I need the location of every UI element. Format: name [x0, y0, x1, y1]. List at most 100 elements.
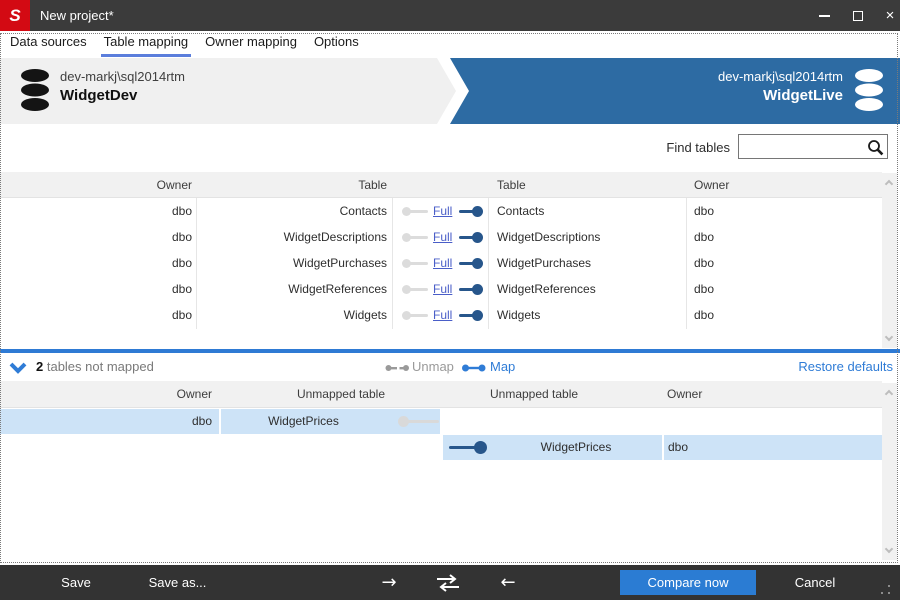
map-toggle[interactable]: [459, 206, 483, 217]
owner-cell: dbo: [171, 230, 192, 244]
column-header-owner-left: Owner: [176, 387, 212, 401]
cell-divider: [219, 409, 221, 434]
unmap-toggle[interactable]: [402, 311, 428, 320]
close-button[interactable]: ×: [874, 0, 900, 31]
find-tables-input[interactable]: [741, 136, 866, 157]
mapping-mode-link[interactable]: Full: [433, 250, 452, 276]
unmap-toggle[interactable]: [402, 207, 428, 216]
map-left-arrow-button[interactable]: ←: [494, 565, 522, 600]
owner-cell: dbo: [694, 282, 715, 296]
column-header-unmapped-left: Unmapped table: [296, 387, 385, 401]
source-server-name: dev-markj\sql2014rtm: [60, 69, 185, 84]
owner-cell: dbo: [694, 308, 715, 322]
owner-cell: dbo: [171, 256, 192, 270]
mapped-grid-header: Owner Table Table Owner: [0, 172, 882, 198]
unmapped-row-target[interactable]: WidgetPrices dbo: [443, 435, 882, 460]
minimize-button[interactable]: [808, 0, 840, 31]
table-cell: WidgetPrices: [540, 440, 612, 454]
mapping-mode-link[interactable]: Full: [433, 302, 452, 328]
target-database-name: WidgetLive: [763, 87, 843, 104]
minimize-icon: [818, 14, 830, 17]
target-database-panel: dev-markj\sql2014rtm WidgetLive: [450, 58, 900, 124]
owner-cell: dbo: [694, 256, 715, 270]
tab-table-mapping[interactable]: Table mapping: [100, 31, 192, 57]
mapping-mode-link[interactable]: Full: [433, 198, 452, 224]
table-row[interactable]: dbo Widgets Full Widgets dbo: [0, 302, 882, 328]
owner-cell: dbo: [171, 282, 192, 296]
column-header-table-right: Table: [497, 178, 526, 192]
unmap-toggle[interactable]: [402, 285, 428, 294]
column-header-table-left: Table: [358, 178, 387, 192]
search-icon[interactable]: [867, 139, 884, 156]
table-cell: WidgetReferences: [497, 282, 596, 296]
find-tables-box: [738, 134, 888, 159]
table-cell: WidgetPrices: [268, 414, 339, 428]
unmapped-grid-header: Owner Unmapped table Unmapped table Owne…: [0, 381, 882, 408]
unmapped-count-text: tables not mapped: [43, 359, 154, 374]
tab-options[interactable]: Options: [311, 31, 362, 57]
table-row[interactable]: dbo WidgetPurchases Full WidgetPurchases…: [0, 250, 882, 276]
bottom-toolbar: Save Save as... → ← Compare now Cancel: [0, 565, 900, 600]
unmap-button[interactable]: Unmap: [412, 353, 454, 381]
table-row[interactable]: dbo WidgetDescriptions Full WidgetDescri…: [0, 224, 882, 250]
database-icon: [21, 69, 49, 111]
unmap-toggle[interactable]: [402, 259, 428, 268]
mapping-mode-link[interactable]: Full: [433, 224, 452, 250]
column-header-unmapped-right: Unmapped table: [490, 387, 579, 401]
tab-data-sources[interactable]: Data sources: [7, 31, 90, 57]
maximize-icon: [853, 10, 863, 21]
save-as-button[interactable]: Save as...: [140, 565, 215, 600]
swap-mappings-button[interactable]: [432, 565, 464, 600]
mapped-grid-scrollbar[interactable]: [882, 173, 897, 348]
app-logo-glyph: S: [9, 5, 21, 25]
map-right-arrow-button[interactable]: →: [375, 565, 403, 600]
scroll-down-icon[interactable]: [884, 544, 894, 554]
column-header-owner-left: Owner: [156, 178, 192, 192]
table-cell: WidgetDescriptions: [283, 230, 387, 244]
owner-cell: dbo: [668, 440, 689, 454]
owner-cell: dbo: [171, 204, 192, 218]
window-title: New project*: [40, 8, 114, 23]
save-button[interactable]: Save: [46, 565, 106, 600]
owner-cell: dbo: [694, 204, 715, 218]
compare-now-button[interactable]: Compare now: [620, 570, 756, 595]
link-icon: [462, 364, 486, 372]
table-row[interactable]: dbo Contacts Full Contacts dbo: [0, 198, 882, 224]
target-server-name: dev-markj\sql2014rtm: [718, 69, 843, 84]
table-cell: Contacts: [339, 204, 387, 218]
map-button[interactable]: Map: [490, 353, 515, 381]
unmapped-count-label: 2 tables not mapped: [36, 353, 154, 381]
column-header-owner-right: Owner: [667, 387, 703, 401]
cell-divider: [662, 435, 664, 460]
tab-owner-mapping[interactable]: Owner mapping: [202, 31, 300, 57]
unmapped-grid-scrollbar[interactable]: [882, 383, 897, 560]
table-cell: Contacts: [497, 204, 545, 218]
maximize-button[interactable]: [842, 0, 874, 31]
scroll-up-icon[interactable]: [884, 179, 894, 189]
cancel-button[interactable]: Cancel: [780, 565, 850, 600]
tab-bar: Data sources Table mapping Owner mapping…: [0, 31, 900, 57]
map-toggle[interactable]: [459, 232, 483, 243]
find-tables-label: Find tables: [666, 140, 730, 155]
collapse-chevron-icon[interactable]: [9, 362, 27, 374]
table-cell: WidgetDescriptions: [497, 230, 601, 244]
map-toggle[interactable]: [459, 284, 483, 295]
mapping-mode-link[interactable]: Full: [433, 276, 452, 302]
map-toggle[interactable]: [459, 258, 483, 269]
unmapped-section-bar: 2 tables not mapped Unmap Map Restore de…: [0, 353, 900, 381]
table-cell: WidgetPurchases: [292, 256, 387, 270]
resize-grip[interactable]: [881, 585, 890, 594]
map-toggle[interactable]: [459, 310, 483, 321]
window-titlebar: S New project* ×: [0, 0, 900, 31]
unmap-toggle[interactable]: [402, 233, 428, 242]
owner-cell: dbo: [171, 308, 192, 322]
scroll-down-icon[interactable]: [884, 332, 894, 342]
drag-map-toggle[interactable]: [449, 441, 487, 454]
drag-map-toggle[interactable]: [398, 416, 439, 427]
database-icon: [855, 69, 883, 111]
app-logo-icon: S: [0, 0, 30, 31]
scroll-up-icon[interactable]: [884, 389, 894, 399]
restore-defaults-link[interactable]: Restore defaults: [798, 353, 893, 381]
table-row[interactable]: dbo WidgetReferences Full WidgetReferenc…: [0, 276, 882, 302]
unmapped-row-source[interactable]: dbo WidgetPrices: [0, 409, 440, 434]
